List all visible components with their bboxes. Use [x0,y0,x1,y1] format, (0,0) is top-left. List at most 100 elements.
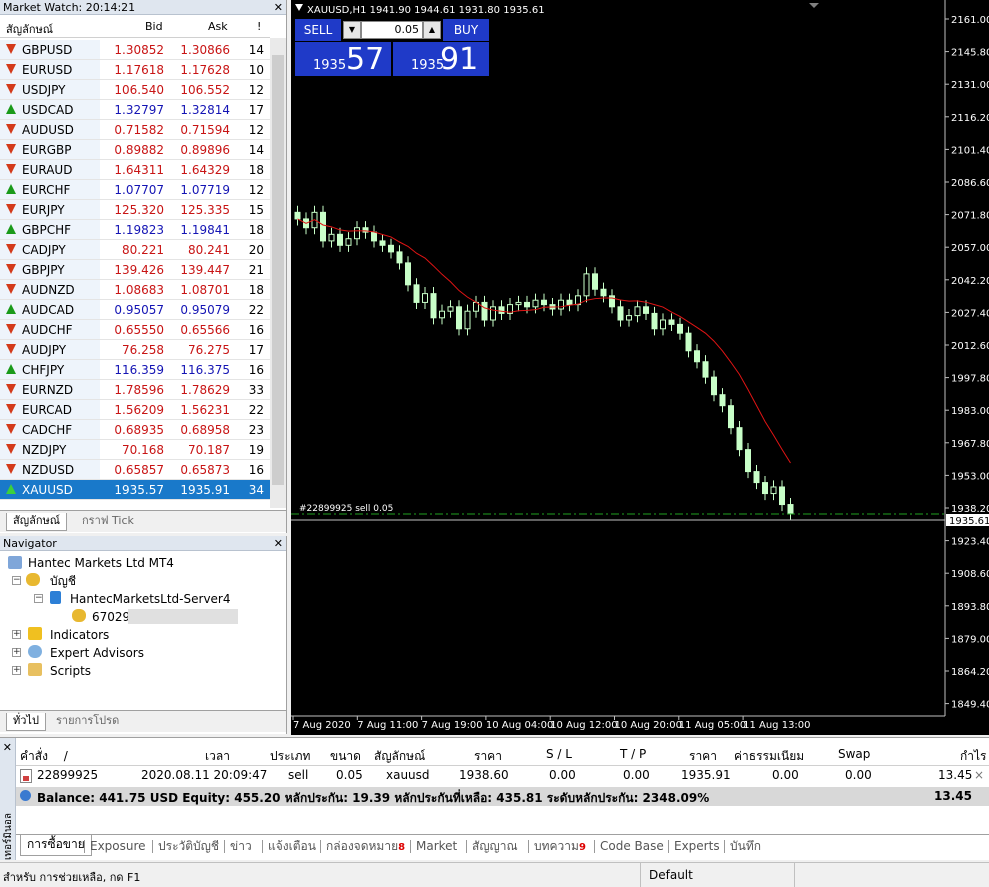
price-tick-label: 2131.00 [951,80,989,91]
terminal-tab[interactable]: แจ้งเตือน [268,838,316,856]
price-chart[interactable]: 2161.00 2145.80 2131.00 2116.20 2101.40 2086.… [291,0,989,735]
col-tp-header[interactable]: T / P [620,747,646,761]
order-number[interactable]: 22899925 [37,768,98,782]
sell-price-pips: 57 [346,42,385,77]
terminal-tab[interactable]: Experts [674,838,720,856]
close-icon[interactable]: ✕ [274,536,283,551]
terminal-tab[interactable]: Exposure [90,838,146,856]
spread-cell: 10 [248,63,264,77]
bid-cell: 1.56209 [114,403,164,417]
market-watch-row[interactable]: NZDUSD 0.65857 0.65873 16 [0,460,270,480]
market-watch-row[interactable]: EURGBP 0.89882 0.89896 14 [0,140,270,160]
market-watch-row[interactable]: USDCAD 1.32797 1.32814 17 [0,100,270,120]
expand-icon[interactable]: + [12,630,21,639]
bid-cell: 116.359 [114,363,164,377]
market-watch-row[interactable]: CADCHF 0.68935 0.68958 23 [0,420,270,440]
tab-separator [152,840,153,853]
status-divider [640,863,641,887]
market-watch-row[interactable]: GBPJPY 139.426 139.447 21 [0,260,270,280]
close-icon[interactable]: ✕ [274,0,283,15]
terminal-tab[interactable]: Market [416,838,457,856]
terminal-tab[interactable]: ประวัติบัญชี [158,838,219,856]
chart-window[interactable]: 2161.00 2145.80 2131.00 2116.20 2101.40 2086.… [291,0,989,735]
collapse-icon[interactable]: − [34,594,43,603]
order-take-profit[interactable]: 0.00 [623,768,650,782]
terminal-tab[interactable]: บทความ9 [534,838,586,856]
col-swap-header[interactable]: Swap [838,747,870,761]
market-watch-row[interactable]: GBPUSD 1.30852 1.30866 14 [0,40,270,60]
terminal-tab[interactable]: ข่าว [230,838,252,856]
lot-size-input[interactable]: 0.05 [361,21,423,39]
market-watch-row[interactable]: AUDJPY 76.258 76.275 17 [0,340,270,360]
col-size-header[interactable]: ขนาด [330,747,361,766]
market-watch-row[interactable]: AUDCAD 0.95057 0.95079 22 [0,300,270,320]
collapse-icon[interactable]: − [12,576,21,585]
terminal-tab[interactable]: สัญญาณ [472,838,518,856]
buy-button[interactable]: BUY [443,19,489,41]
terminal-tab[interactable]: บันทึก [730,838,761,856]
market-watch-row[interactable]: XAUUSD 1935.57 1935.91 34 [0,480,270,500]
candle-body [634,306,641,317]
market-watch-row[interactable]: EURNZD 1.78596 1.78629 33 [0,380,270,400]
lot-decrease-icon[interactable]: ▼ [343,21,361,39]
lot-increase-icon[interactable]: ▲ [423,21,441,39]
sell-button[interactable]: SELL [295,19,341,41]
market-watch-row[interactable]: CADJPY 80.221 80.241 20 [0,240,270,260]
col-price-header[interactable]: ราคา [474,747,502,766]
order-symbol: xauusd [386,768,430,782]
tab-separator [528,840,529,853]
market-watch-row[interactable]: NZDJPY 70.168 70.187 19 [0,440,270,460]
buy-price-button[interactable]: 1935 91 [393,42,489,77]
status-profile[interactable]: Default [649,868,693,882]
col-commission-header[interactable]: ค่าธรรมเนียม [734,747,804,766]
col-current-price-header[interactable]: ราคา [689,747,717,766]
col-profit-header[interactable]: กำไร [960,747,986,766]
market-watch-row[interactable]: EURCAD 1.56209 1.56231 22 [0,400,270,420]
navigator-indicators[interactable]: Indicators [50,627,109,643]
col-symbol-header[interactable]: สัญลักษณ์ [374,747,425,766]
close-icon[interactable]: ✕ [3,740,12,755]
close-order-icon[interactable]: × [974,768,984,782]
sell-price-button[interactable]: 1935 57 [295,42,391,77]
market-watch-row[interactable]: EURAUD 1.64311 1.64329 18 [0,160,270,180]
expand-icon[interactable]: + [12,666,21,675]
col-type-header[interactable]: ประเภท [270,747,310,766]
navigator-server[interactable]: HantecMarketsLtd-Server4 [70,591,231,607]
col-spread-header[interactable]: ! [257,20,261,33]
market-watch-row[interactable]: EURCHF 1.07707 1.07719 12 [0,180,270,200]
market-watch-row[interactable]: AUDCHF 0.65550 0.65566 16 [0,320,270,340]
market-watch-row[interactable]: AUDNZD 1.08683 1.08701 18 [0,280,270,300]
market-watch-scroll-thumb[interactable] [272,55,284,485]
tab-favorites[interactable]: รายการโปรด [50,713,125,731]
spread-cell: 16 [248,363,264,377]
col-sl-header[interactable]: S / L [546,747,572,761]
chart-menu-icon[interactable] [295,4,303,12]
market-watch-row[interactable]: EURUSD 1.17618 1.17628 10 [0,60,270,80]
expand-icon[interactable]: + [12,648,21,657]
navigator-scripts[interactable]: Scripts [50,663,91,679]
tab-tick-chart[interactable]: กราฟ Tick [76,513,140,531]
market-watch-row[interactable]: USDJPY 106.540 106.552 12 [0,80,270,100]
market-watch-row[interactable]: GBPCHF 1.19823 1.19841 18 [0,220,270,240]
candle-body [320,211,326,242]
tab-symbols[interactable]: สัญลักษณ์ [6,513,67,531]
market-watch-row[interactable]: EURJPY 125.320 125.335 15 [0,200,270,220]
terminal-tab[interactable]: Code Base [600,838,664,856]
tab-common[interactable]: ทั่วไป [6,713,46,731]
col-time-header[interactable]: เวลา [205,747,230,766]
col-bid-header[interactable]: Bid [145,20,163,33]
market-watch-row[interactable]: AUDUSD 0.71582 0.71594 12 [0,120,270,140]
navigator-root[interactable]: Hantec Markets Ltd MT4 [28,555,174,571]
market-watch-tabs: สัญลักษณ์ กราฟ Tick [0,510,286,532]
bid-cell: 1.78596 [114,383,164,397]
col-ask-header[interactable]: Ask [208,20,228,33]
market-watch-row[interactable]: CHFJPY 116.359 116.375 16 [0,360,270,380]
terminal-tab[interactable]: กล่องจดหมาย8 [326,838,405,856]
navigator-accounts[interactable]: บัญชี [50,573,76,589]
col-order-header[interactable]: คำสั่ง / [20,747,68,766]
symbol-cell: AUDUSD [22,123,74,137]
terminal-tab[interactable]: การซื้อขาย [20,835,92,856]
col-symbol-header[interactable]: สัญลักษณ์ [6,20,53,38]
navigator-expert-advisors[interactable]: Expert Advisors [50,645,144,661]
order-stop-loss[interactable]: 0.00 [549,768,576,782]
